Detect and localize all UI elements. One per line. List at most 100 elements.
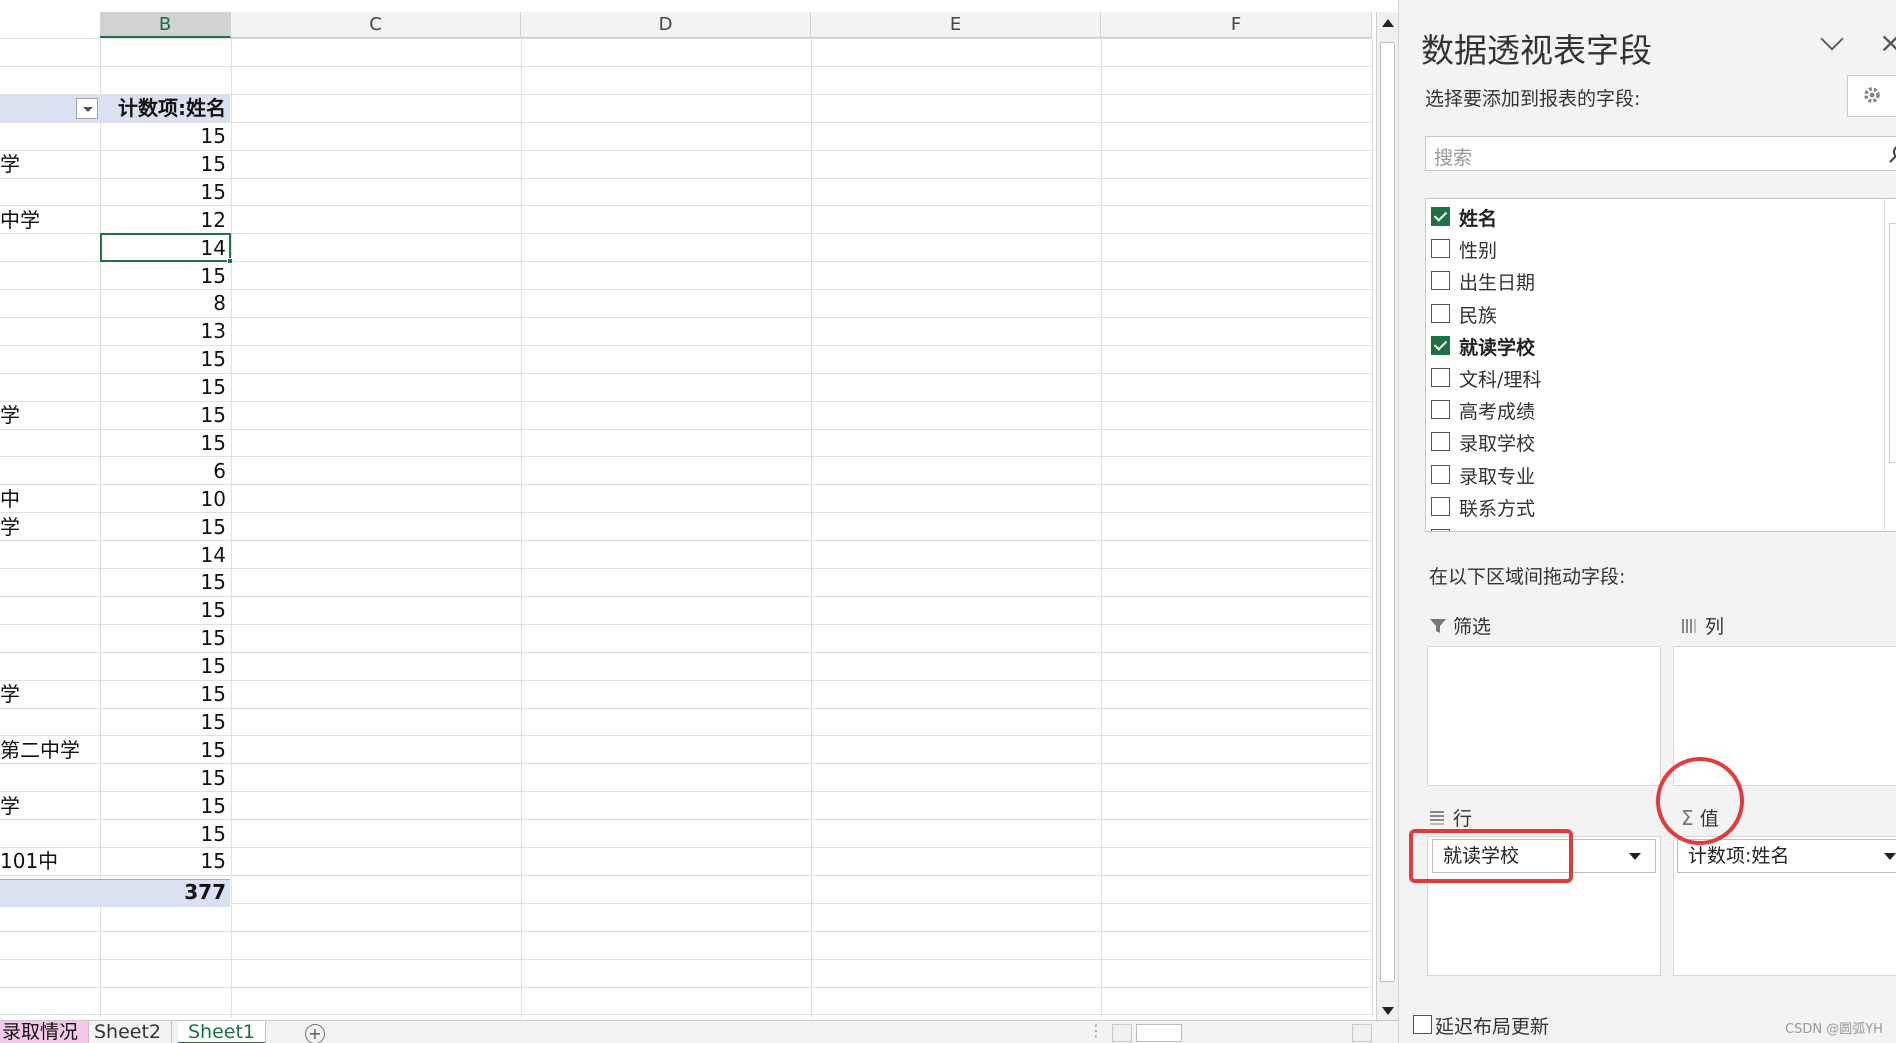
field-checkbox[interactable] bbox=[1431, 496, 1450, 516]
tools-button[interactable] bbox=[1847, 75, 1896, 117]
tab-split-handle-icon[interactable]: ⋮ bbox=[1088, 1021, 1104, 1040]
pivot-row-value[interactable]: 15 bbox=[102, 681, 228, 708]
pivot-row-label[interactable] bbox=[0, 263, 100, 290]
pivot-row-label[interactable] bbox=[0, 597, 100, 624]
field-checkbox[interactable] bbox=[1431, 271, 1450, 291]
pivot-row-value[interactable]: 15 bbox=[102, 793, 228, 820]
field-item[interactable]: 录取专业 bbox=[1431, 460, 1871, 490]
pivot-row-label[interactable]: 101中 bbox=[0, 848, 100, 875]
field-checkbox[interactable] bbox=[1431, 529, 1450, 531]
field-item[interactable]: 民族 bbox=[1431, 299, 1871, 329]
scroll-down-button[interactable] bbox=[1377, 1000, 1398, 1022]
field-checkbox[interactable] bbox=[1431, 400, 1450, 420]
pivot-row-label[interactable] bbox=[0, 318, 100, 345]
pivot-row-label[interactable] bbox=[0, 569, 100, 596]
pivot-row-label[interactable] bbox=[0, 542, 100, 569]
pivot-row-label[interactable]: 中 bbox=[0, 486, 100, 513]
field-checkbox[interactable] bbox=[1431, 432, 1450, 452]
fill-handle[interactable] bbox=[227, 258, 233, 264]
pivot-row-label[interactable]: 第二中学 bbox=[0, 737, 100, 764]
field-checkbox[interactable] bbox=[1431, 368, 1450, 387]
pivot-row-value[interactable]: 15 bbox=[102, 625, 228, 652]
field-item[interactable]: 性别 bbox=[1431, 234, 1871, 264]
field-checkbox[interactable] bbox=[1431, 239, 1450, 259]
sheet-tab-admission[interactable]: 录取情况 bbox=[0, 1021, 90, 1043]
pivot-value-header[interactable]: 计数项:姓名 bbox=[102, 95, 228, 122]
pivot-row-label[interactable] bbox=[0, 123, 100, 150]
pivot-row-label[interactable] bbox=[0, 430, 100, 457]
pivot-row-label[interactable] bbox=[0, 709, 100, 736]
column-header-c[interactable]: C bbox=[231, 12, 521, 38]
chip-dropdown-icon[interactable] bbox=[1629, 853, 1641, 860]
field-item[interactable]: 联系方式 bbox=[1431, 492, 1871, 522]
field-item[interactable]: 备注 bbox=[1431, 524, 1871, 531]
column-header-d[interactable]: D bbox=[521, 12, 811, 38]
column-header-b[interactable]: B bbox=[100, 12, 231, 38]
search-icon[interactable] bbox=[1888, 143, 1896, 165]
pivot-row-label[interactable]: 中学 bbox=[0, 207, 100, 234]
pivot-row-label[interactable] bbox=[0, 653, 100, 680]
scroll-left-button[interactable] bbox=[1112, 1024, 1132, 1042]
pivot-row-label[interactable] bbox=[0, 179, 100, 206]
field-checkbox[interactable] bbox=[1431, 335, 1450, 355]
pivot-row-value[interactable]: 15 bbox=[102, 653, 228, 680]
pivot-row-value[interactable]: 15 bbox=[102, 848, 228, 875]
field-list-scroll-thumb[interactable] bbox=[1889, 223, 1896, 463]
pivot-row-value[interactable]: 15 bbox=[102, 765, 228, 792]
field-checkbox[interactable] bbox=[1431, 303, 1450, 323]
pivot-row-label[interactable]: 学 bbox=[0, 402, 100, 429]
pivot-row-value[interactable]: 14 bbox=[102, 542, 228, 569]
row-labels-filter-dropdown[interactable] bbox=[76, 98, 98, 119]
search-field[interactable]: 搜索 bbox=[1425, 136, 1896, 171]
filter-drop-area[interactable] bbox=[1427, 646, 1661, 786]
field-checkbox[interactable] bbox=[1431, 464, 1450, 484]
pivot-row-label[interactable] bbox=[0, 458, 100, 485]
defer-layout-update[interactable]: 延迟布局更新 bbox=[1413, 1012, 1549, 1039]
column-header-f[interactable]: F bbox=[1101, 12, 1372, 38]
column-header-e[interactable]: E bbox=[811, 12, 1101, 38]
scroll-right-button[interactable] bbox=[1352, 1024, 1372, 1042]
pivot-row-value[interactable]: 12 bbox=[102, 207, 228, 234]
field-list-scrollbar[interactable] bbox=[1884, 199, 1896, 531]
pivot-row-label[interactable]: 学 bbox=[0, 681, 100, 708]
pivot-row-label[interactable] bbox=[0, 625, 100, 652]
pivot-row-value[interactable]: 6 bbox=[102, 458, 228, 485]
pivot-row-label[interactable] bbox=[0, 765, 100, 792]
pivot-row-label[interactable] bbox=[0, 821, 100, 848]
values-field-chip[interactable]: 计数项:姓名 bbox=[1677, 839, 1896, 873]
field-item[interactable]: 录取学校 bbox=[1431, 427, 1871, 457]
field-item[interactable]: 姓名 bbox=[1431, 202, 1871, 232]
pivot-row-value[interactable]: 15 bbox=[102, 151, 228, 178]
pivot-row-label[interactable] bbox=[0, 374, 100, 401]
pivot-row-value[interactable]: 8 bbox=[102, 290, 228, 317]
pivot-row-label[interactable] bbox=[0, 235, 100, 262]
spreadsheet-grid[interactable]: B C D E F 计数项:姓名 15 学 15 15 中学 12 14 15 8 13 15 15 学… bbox=[0, 0, 1376, 1043]
pivot-row-value[interactable]: 15 bbox=[102, 123, 228, 150]
pivot-row-label[interactable] bbox=[0, 290, 100, 317]
close-icon[interactable]: × bbox=[1879, 26, 1896, 59]
sheet-tab-sheet1[interactable]: Sheet1 bbox=[178, 1021, 267, 1043]
pivot-row-value[interactable]: 15 bbox=[102, 569, 228, 596]
pivot-row-value[interactable]: 13 bbox=[102, 318, 228, 345]
scroll-thumb[interactable] bbox=[1380, 42, 1395, 982]
grand-total-value[interactable]: 377 bbox=[102, 879, 228, 906]
pivot-row-value[interactable]: 15 bbox=[102, 821, 228, 848]
pivot-row-label[interactable]: 学 bbox=[0, 793, 100, 820]
pivot-row-value[interactable]: 15 bbox=[102, 514, 228, 541]
pivot-row-value[interactable]: 15 bbox=[102, 430, 228, 457]
scroll-up-button[interactable] bbox=[1377, 12, 1398, 34]
field-checkbox[interactable] bbox=[1431, 207, 1450, 226]
pivot-row-value[interactable]: 10 bbox=[102, 486, 228, 513]
pivot-row-value[interactable]: 15 bbox=[102, 597, 228, 624]
add-sheet-button[interactable]: + bbox=[305, 1024, 325, 1043]
pivot-row-value[interactable]: 15 bbox=[102, 374, 228, 401]
sheet-tab-sheet2[interactable]: Sheet2 bbox=[84, 1021, 173, 1043]
field-list[interactable]: 姓名性别出生日期民族就读学校文科/理科高考成绩录取学校录取专业联系方式备注 bbox=[1425, 198, 1896, 532]
field-item[interactable]: 文科/理科 bbox=[1431, 363, 1871, 393]
pivot-row-value[interactable]: 15 bbox=[102, 263, 228, 290]
pivot-row-label[interactable] bbox=[0, 346, 100, 373]
field-item[interactable]: 出生日期 bbox=[1431, 266, 1871, 296]
pivot-row-value[interactable]: 15 bbox=[102, 737, 228, 764]
pivot-row-label[interactable]: 学 bbox=[0, 151, 100, 178]
chip-dropdown-icon[interactable] bbox=[1884, 853, 1896, 860]
